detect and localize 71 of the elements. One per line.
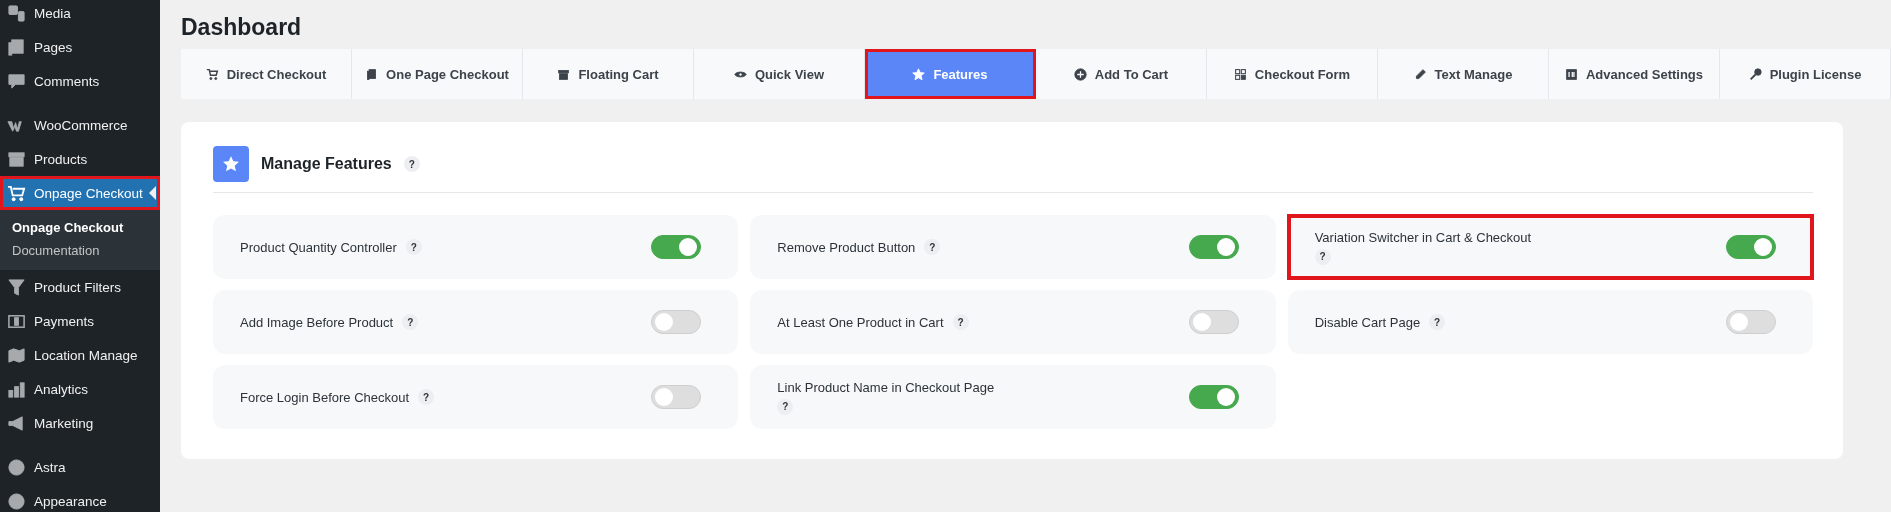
- toggle-switch[interactable]: [1188, 235, 1239, 259]
- toggle-switch[interactable]: [1188, 385, 1239, 409]
- help-badge[interactable]: ?: [405, 239, 422, 255]
- menu-icon: [7, 149, 26, 169]
- tab-icon: [1748, 67, 1762, 81]
- toggle-switch[interactable]: [651, 385, 702, 409]
- tab[interactable]: Text Manage: [1378, 49, 1549, 99]
- tab-icon: [912, 67, 926, 81]
- submenu-item[interactable]: Onpage Checkout: [0, 216, 160, 239]
- feature-label: At Least One Product in Cart: [777, 314, 944, 330]
- feature-label: Remove Product Button: [777, 239, 916, 255]
- feature-label: Link Product Name in Checkout Page: [777, 379, 995, 395]
- tab[interactable]: One Page Checkout: [352, 49, 523, 99]
- tab[interactable]: Direct Checkout: [181, 49, 352, 99]
- menu-icon: [7, 71, 26, 91]
- help-badge[interactable]: ?: [403, 156, 420, 172]
- menu-icon: [7, 457, 26, 477]
- sidebar-menu-item[interactable]: Appearance: [0, 484, 160, 512]
- toggle-switch[interactable]: [651, 235, 702, 259]
- feature-label: Product Quantity Controller: [240, 239, 397, 255]
- tab[interactable]: Floating Cart: [523, 49, 694, 99]
- tab[interactable]: Add To Cart: [1036, 49, 1207, 99]
- sidebar-menu-item[interactable]: Location Manage: [0, 338, 160, 372]
- sidebar-menu-item[interactable]: Media: [0, 0, 160, 30]
- help-badge[interactable]: ?: [924, 239, 941, 255]
- sidebar-menu-item[interactable]: Payments: [0, 304, 160, 338]
- tab[interactable]: Checkout Form: [1207, 49, 1378, 99]
- menu-icon: [7, 379, 26, 399]
- menu-icon: [7, 37, 26, 57]
- help-badge[interactable]: ?: [1429, 314, 1446, 330]
- toggle-switch[interactable]: [1726, 235, 1776, 259]
- help-badge[interactable]: ?: [402, 314, 419, 330]
- tab-icon: [1233, 67, 1247, 81]
- menu-icon: [7, 277, 26, 297]
- sidebar-menu-item[interactable]: Products: [0, 142, 160, 176]
- toggle-switch[interactable]: [651, 310, 702, 334]
- menu-icon: [7, 3, 26, 23]
- section-title: Manage Features: [261, 155, 392, 173]
- help-badge[interactable]: ?: [777, 398, 794, 415]
- menu-icon: [7, 413, 26, 433]
- sidebar-menu-item[interactable]: WooCommerce: [0, 108, 160, 142]
- sidebar-menu-item[interactable]: Analytics: [0, 372, 160, 406]
- help-badge[interactable]: ?: [1314, 248, 1331, 265]
- feature-label: Disable Cart Page: [1314, 314, 1421, 330]
- help-badge[interactable]: ?: [418, 389, 435, 405]
- tab-icon: [557, 67, 571, 81]
- menu-icon: [7, 183, 26, 203]
- sidebar-menu-item[interactable]: Astra: [0, 450, 160, 484]
- tab-icon: [205, 67, 219, 81]
- submenu-item[interactable]: Documentation: [0, 239, 160, 262]
- tab[interactable]: Advanced Settings: [1549, 49, 1720, 99]
- tab[interactable]: Quick View: [694, 49, 865, 99]
- current-indicator: [149, 186, 156, 200]
- toggle-switch[interactable]: [1188, 310, 1239, 334]
- help-badge[interactable]: ?: [952, 314, 969, 330]
- toggle-switch[interactable]: [1726, 310, 1776, 334]
- tab-icon: [1073, 67, 1087, 81]
- feature-label: Force Login Before Checkout: [240, 389, 410, 405]
- tab[interactable]: Plugin License: [1720, 49, 1891, 99]
- feature-label: Variation Switcher in Cart & Checkout: [1314, 229, 1532, 245]
- sidebar-menu-item[interactable]: Product Filters: [0, 270, 160, 304]
- menu-icon: [7, 491, 26, 511]
- sidebar-menu-item[interactable]: Marketing: [0, 406, 160, 440]
- tab-icon: [1565, 67, 1578, 81]
- tab-icon: [1413, 67, 1427, 81]
- sidebar-menu-item[interactable]: Onpage Checkout: [0, 176, 160, 210]
- feature-label: Add Image Before Product: [240, 314, 394, 330]
- sidebar-menu-item[interactable]: Comments: [0, 64, 160, 98]
- page-title: Dashboard: [181, 14, 303, 41]
- sidebar-menu-item[interactable]: Pages: [0, 30, 160, 64]
- tab-icon: [365, 67, 379, 81]
